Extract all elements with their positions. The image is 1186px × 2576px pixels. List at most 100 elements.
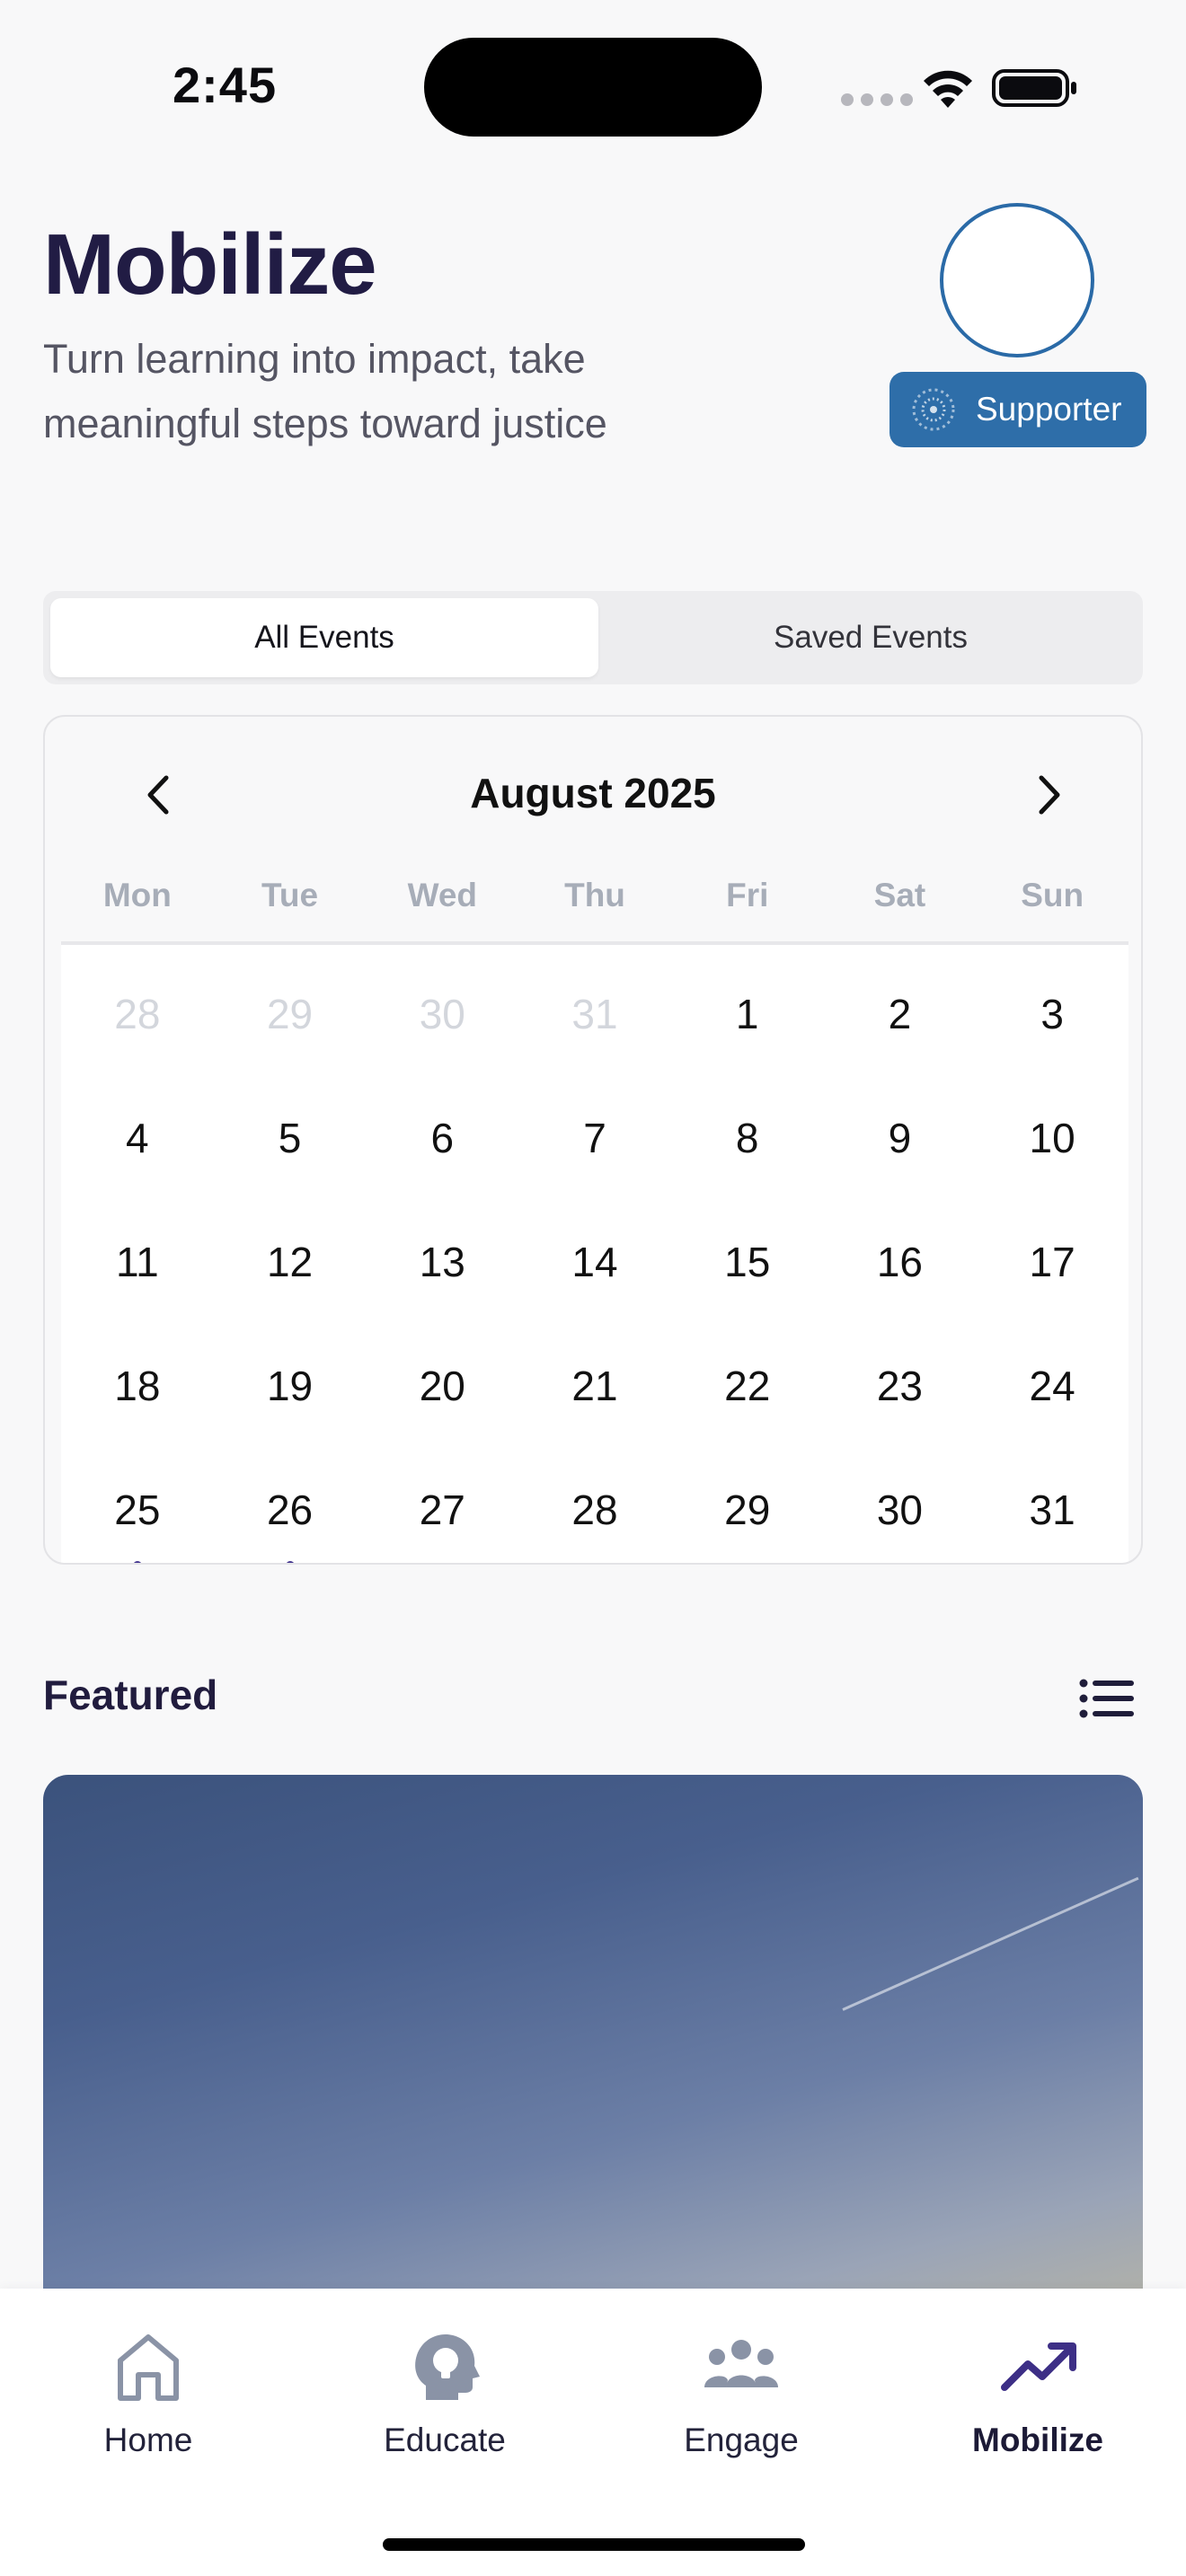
calendar-day[interactable]: 27	[366, 1460, 518, 1563]
mobilize-screen: 2:45 Mobilize Turn learning into impact,…	[0, 0, 1186, 2576]
calendar-day[interactable]: 24	[976, 1337, 1128, 1460]
calendar-day[interactable]: 4	[61, 1089, 214, 1213]
weekday-label: Tue	[261, 877, 319, 913]
calendar-day[interactable]: 3	[976, 965, 1128, 1089]
day-number: 31	[571, 991, 618, 1037]
group-icon	[704, 2340, 778, 2387]
weekday-label: Sun	[1021, 877, 1084, 913]
day-number: 16	[876, 1239, 923, 1285]
calendar-day[interactable]: 29	[214, 965, 367, 1089]
calendar-day[interactable]: 7	[518, 1089, 671, 1213]
weekday-label: Sat	[873, 877, 926, 913]
weekday-label: Fri	[726, 877, 769, 913]
head-lightbulb-icon	[415, 2333, 480, 2400]
calendar-day[interactable]: 1	[671, 965, 824, 1089]
calendar-day[interactable]: 16	[824, 1213, 977, 1337]
day-number: 30	[876, 1486, 923, 1533]
supporter-badge[interactable]: Supporter	[890, 372, 1146, 447]
calendar-day[interactable]: 26	[214, 1460, 367, 1563]
calendar-day[interactable]: 2	[824, 965, 977, 1089]
wifi-icon	[924, 70, 972, 108]
day-number: 12	[266, 1239, 314, 1285]
day-number: 19	[266, 1363, 314, 1409]
calendar-day[interactable]: 19	[214, 1337, 367, 1460]
calendar-day[interactable]: 6	[366, 1089, 518, 1213]
calendar-day[interactable]: 29	[671, 1460, 824, 1563]
day-number: 2	[888, 991, 912, 1037]
weekday-label: Mon	[102, 877, 172, 913]
day-number: 6	[430, 1115, 455, 1161]
calendar-day[interactable]: 25	[61, 1460, 214, 1563]
next-month-button[interactable]	[1017, 763, 1080, 826]
weekday-label: Thu	[564, 877, 625, 913]
day-number: 31	[1029, 1486, 1075, 1533]
calendar-day[interactable]: 10	[976, 1089, 1128, 1213]
event-dot-indicator	[285, 1561, 295, 1563]
day-number: 5	[278, 1115, 302, 1161]
tab-label: Mobilize	[972, 2422, 1103, 2458]
day-number: 25	[114, 1486, 161, 1533]
weekday-header: Mon Tue Wed Thu Fri Sat Sun	[61, 877, 1128, 914]
day-number: 21	[571, 1363, 618, 1409]
events-calendar: August 2025 Mon Tue Wed Thu Fri Sat Sun …	[43, 715, 1143, 1565]
calendar-day[interactable]: 22	[671, 1337, 824, 1460]
featured-event-card[interactable]	[43, 1775, 1143, 2314]
tab-all-events[interactable]: All Events	[50, 598, 598, 677]
calendar-day[interactable]: 5	[214, 1089, 367, 1213]
day-number: 8	[735, 1115, 759, 1161]
calendar-day[interactable]: 21	[518, 1337, 671, 1460]
page-title: Mobilize	[43, 216, 377, 313]
calendar-day[interactable]: 31	[518, 965, 671, 1089]
badge-label: Supporter	[976, 391, 1122, 428]
day-number: 23	[876, 1363, 923, 1409]
calendar-day[interactable]: 31	[976, 1460, 1128, 1563]
day-number: 7	[583, 1115, 606, 1161]
chevron-right-icon	[1039, 775, 1060, 815]
home-indicator	[383, 2538, 805, 2551]
tab-home[interactable]: Home	[0, 2328, 296, 2463]
day-number: 3	[1040, 991, 1064, 1037]
status-time: 2:45	[173, 57, 278, 113]
day-number: 29	[724, 1486, 771, 1533]
calendar-days: 28 29 30 31 1 2 3 4 5 6 7 8 9 10 11 12 13 14 15 16 17 18 19 20 2…	[61, 941, 1128, 1563]
avatar[interactable]	[940, 203, 1094, 357]
events-segmented-control: All Events Saved Events	[43, 591, 1143, 684]
day-grid: 28 29 30 31 1 2 3 4 5 6 7 8 9 10 11 12 13 14 15 16 17 18 19 20 2…	[61, 945, 1128, 1563]
calendar-day[interactable]: 15	[671, 1213, 824, 1337]
tab-label: Home	[103, 2422, 193, 2458]
calendar-day[interactable]: 20	[366, 1337, 518, 1460]
tab-mobilize[interactable]: Mobilize	[890, 2328, 1186, 2463]
day-number: 20	[419, 1363, 465, 1409]
day-number: 28	[571, 1486, 618, 1533]
day-number: 22	[724, 1363, 771, 1409]
day-number: 9	[888, 1115, 912, 1161]
day-number: 30	[419, 991, 465, 1037]
day-number: 28	[114, 991, 161, 1037]
tab-label: Engage	[684, 2422, 799, 2458]
tab-engage[interactable]: Engage	[593, 2328, 890, 2463]
calendar-day[interactable]: 17	[976, 1213, 1128, 1337]
list-view-icon[interactable]	[1078, 1676, 1136, 1721]
calendar-day[interactable]: 14	[518, 1213, 671, 1337]
calendar-day[interactable]: 30	[366, 965, 518, 1089]
calendar-day[interactable]: 30	[824, 1460, 977, 1563]
tab-saved-events[interactable]: Saved Events	[606, 598, 1136, 677]
calendar-day[interactable]: 28	[518, 1460, 671, 1563]
day-number: 27	[419, 1486, 465, 1533]
calendar-day[interactable]: 28	[61, 965, 214, 1089]
day-number: 29	[266, 991, 314, 1037]
calendar-day[interactable]: 11	[61, 1213, 214, 1337]
calendar-day[interactable]: 13	[366, 1213, 518, 1337]
day-number: 4	[126, 1115, 149, 1161]
calendar-header: August 2025	[45, 717, 1141, 860]
calendar-day[interactable]: 9	[824, 1089, 977, 1213]
day-number: 17	[1029, 1239, 1075, 1285]
tab-educate[interactable]: Educate	[296, 2328, 593, 2463]
day-number: 11	[115, 1239, 159, 1285]
calendar-day[interactable]: 23	[824, 1337, 977, 1460]
tab-label: Educate	[384, 2422, 506, 2458]
event-dot-indicator	[132, 1561, 142, 1563]
calendar-day[interactable]: 18	[61, 1337, 214, 1460]
calendar-day[interactable]: 8	[671, 1089, 824, 1213]
calendar-day[interactable]: 12	[214, 1213, 367, 1337]
